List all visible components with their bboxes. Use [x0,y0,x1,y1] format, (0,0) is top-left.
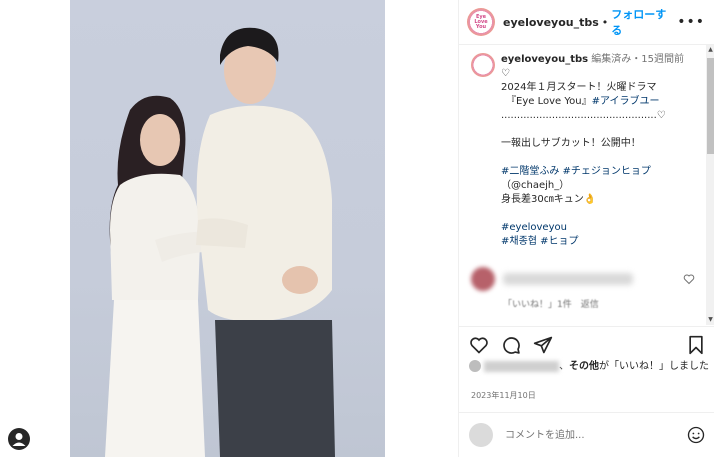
likes-suffix: が「いいね！」しました [599,361,709,372]
caption-header: eyeloveyou_tbs 編集済み・15週間前 [501,53,684,67]
comment-row [471,267,699,291]
likes-prefix: 、 [559,361,569,372]
caption-username[interactable]: eyeloveyou_tbs [501,54,588,65]
caption-meta: 編集済み・15週間前 [591,54,685,65]
comment-like-icon[interactable] [683,273,695,285]
likes-summary: 、その他が「いいね！」しました [469,360,709,374]
post-date[interactable]: 2023年11月10日 [471,390,536,401]
profile-avatar[interactable]: Eye Love You [467,8,495,36]
post-photo[interactable] [70,0,385,457]
liker-avatar [469,360,481,372]
account-icon[interactable] [8,428,30,450]
like-heart-icon[interactable] [469,335,489,355]
avatar-logo-text: Eye Love You [474,13,488,30]
scroll-up-icon[interactable]: ▲ [706,45,714,55]
comments-section[interactable]: eyeloveyou_tbs 編集済み・15週間前 ♡ 2024年１月スタート！… [459,45,707,325]
current-user-avatar [469,423,493,447]
comment-text-blurred [503,273,633,285]
more-options-icon[interactable]: ••• [677,14,705,30]
action-bar [459,326,714,362]
follow-button[interactable]: フォローする [611,6,677,38]
comments-scrollbar[interactable]: ▲ ▼ [706,45,714,325]
post-header: Eye Love You eyeloveyou_tbs • フォローする ••• [459,0,714,45]
post-username[interactable]: eyeloveyou_tbs [503,16,599,29]
liker-name-blurred[interactable] [484,360,559,372]
add-comment-bar [459,412,714,457]
comment-input[interactable] [503,428,667,442]
caption-line-2: ........................................… [501,110,666,149]
photo-pane [0,0,458,457]
likes-others-link[interactable]: その他 [569,361,599,372]
caption-line-3: （@chaejh_） 身長差30㎝キュン👌 [501,180,597,205]
scroll-down-icon[interactable]: ▼ [706,315,714,325]
caption-avatar[interactable] [471,53,495,77]
bookmark-icon[interactable] [687,335,705,355]
comment-meta: 「いいね！」1件 返信 [503,300,599,310]
share-paper-plane-icon[interactable] [533,335,553,355]
commenter-avatar[interactable] [471,267,495,291]
caption: eyeloveyou_tbs 編集済み・15週間前 ♡ 2024年１月スタート！… [471,53,699,249]
post-sidebar: Eye Love You eyeloveyou_tbs • フォローする •••… [458,0,714,457]
hashtag-eyeloveyou-jp[interactable]: #アイラブユー [592,96,660,107]
caption-body: eyeloveyou_tbs 編集済み・15週間前 ♡ 2024年１月スタート！… [501,53,684,249]
emoji-icon[interactable] [687,426,705,444]
person-icon [12,433,26,446]
separator-dot: • [601,15,609,29]
hashtag-cast[interactable]: #二階堂ふみ #チェジョンヒョプ [501,166,651,177]
comment-bubble-icon[interactable] [501,335,521,355]
caption-text: ♡ 2024年１月スタート！火曜ドラマ 『Eye Love You』#アイラブユ… [501,67,684,249]
scroll-thumb[interactable] [707,58,714,154]
photo-illustration [105,27,335,457]
hashtag-list[interactable]: #eyeloveyou #채종협 #ヒョプ [501,222,579,247]
